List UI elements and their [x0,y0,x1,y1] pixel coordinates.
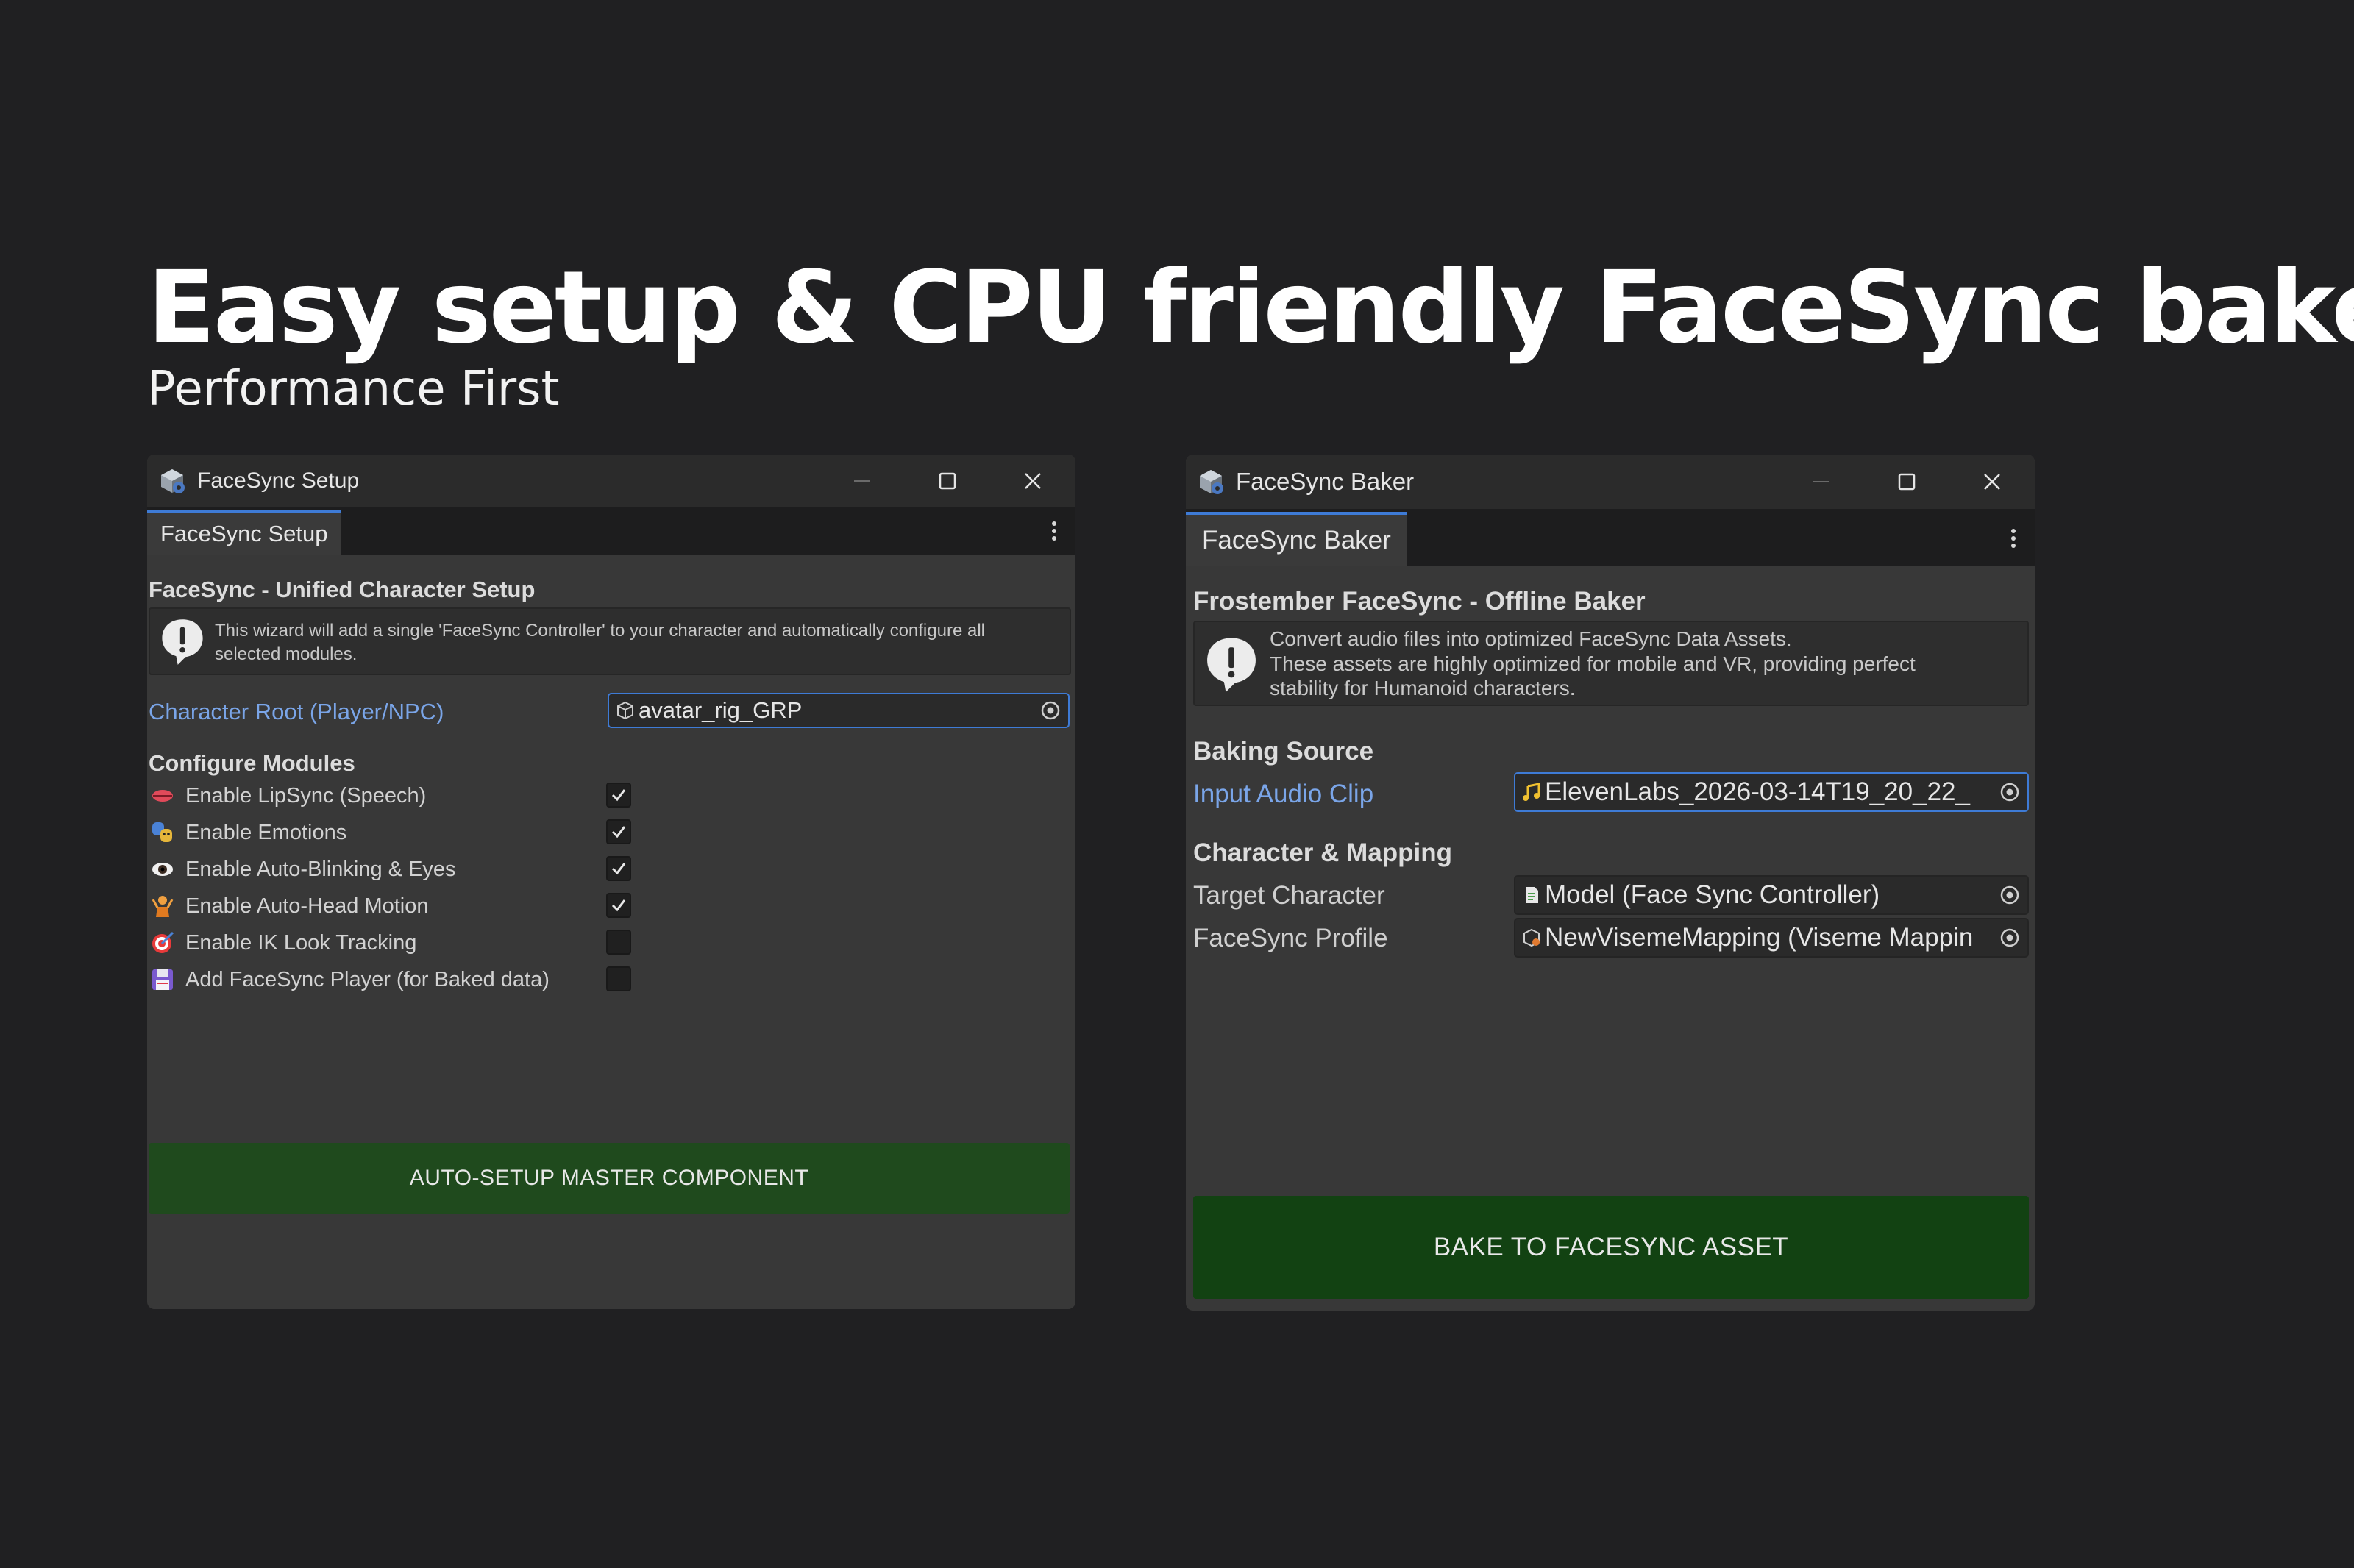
blinking-checkbox[interactable] [606,856,631,881]
object-picker-icon[interactable] [1040,700,1061,721]
lips-icon [152,790,173,802]
baking-source-title: Baking Source [1193,737,1374,766]
baker-help-line-3: stability for Humanoid characters. [1270,677,1576,700]
auto-setup-button[interactable]: AUTO-SETUP MASTER COMPONENT [149,1143,1070,1214]
head-motion-checkbox[interactable] [606,893,631,918]
baker-section-title: Frostember FaceSync - Offline Baker [1193,587,1646,616]
warning-icon [162,619,203,665]
facesync-baker-window: FaceSync Baker FaceSync Baker Frostember… [1186,455,2035,1311]
module-label-player: Add FaceSync Player (for Baked data) [185,967,550,991]
character-root-value: avatar_rig_GRP [639,697,803,723]
baker-tabstrip: FaceSync Baker [1186,509,2035,566]
object-picker-icon[interactable] [1999,885,2020,905]
facesync-setup-window: FaceSync Setup FaceSync Setup FaceSync -… [147,455,1075,1309]
module-label-blinking: Enable Auto-Blinking & Eyes [185,857,456,881]
setup-content: FaceSync - Unified Character Setup This … [147,555,1075,1309]
baker-window-title: FaceSync Baker [1236,468,1415,495]
warning-icon [1207,638,1256,692]
lipsync-checkbox[interactable] [606,783,631,808]
baker-help-box: Convert audio files into optimized FaceS… [1193,621,2029,706]
setup-section-title: FaceSync - Unified Character Setup [149,577,536,602]
character-root-field[interactable]: avatar_rig_GRP [608,693,1070,728]
setup-help-box: This wizard will add a single 'FaceSync … [149,607,1071,675]
module-row-player: Add FaceSync Player (for Baked data) [150,963,550,996]
setup-help-line-2: selected modules. [215,644,358,665]
bake-button[interactable]: BAKE TO FACESYNC ASSET [1193,1196,2029,1299]
theater-masks-icon [152,822,172,842]
scriptable-object-icon [1523,928,1540,947]
setup-titlebar[interactable]: FaceSync Setup [147,455,1075,507]
script-icon [1526,887,1538,903]
facesync-profile-value: NewVisemeMapping (Viseme Mappin [1545,923,1974,952]
module-row-lipsync: Enable LipSync (Speech) [150,780,426,812]
close-icon [1025,473,1041,489]
headline: Easy setup & CPU friendly FaceSync bake [147,250,2354,366]
module-label-lipsync: Enable LipSync (Speech) [185,783,427,808]
setup-window-title: FaceSync Setup [197,468,360,493]
baker-titlebar[interactable]: FaceSync Baker [1186,455,2035,509]
target-character-field[interactable]: Model (Face Sync Controller) [1514,875,2029,915]
module-row-head-motion: Enable Auto-Head Motion [150,890,429,922]
character-root-label: Character Root (Player/NPC) [149,699,444,724]
close-button[interactable] [1949,455,2035,509]
close-button[interactable] [990,455,1075,507]
target-icon [152,931,174,953]
input-audio-label: Input Audio Clip [1193,780,1374,808]
unity-app-icon [1200,470,1223,494]
maximize-icon [1898,473,1916,491]
more-options-icon[interactable] [1049,518,1059,544]
player-checkbox[interactable] [606,966,631,991]
maximize-button[interactable] [1864,455,1949,509]
object-picker-icon[interactable] [1999,927,2020,948]
minimize-icon [1813,481,1829,482]
setup-help-line-1: This wizard will add a single 'FaceSync … [215,621,985,641]
unity-app-icon [161,469,185,493]
module-row-ik-tracking: Enable IK Look Tracking [150,927,416,959]
target-character-label: Target Character [1193,881,1385,910]
input-audio-field[interactable]: ElevenLabs_2026-03-14T19_20_22_ [1514,772,2029,812]
checkmark-icon [611,863,626,875]
maximize-button[interactable] [905,455,990,507]
eye-icon [152,863,173,876]
maximize-icon [939,472,956,490]
minimize-button[interactable] [1779,455,1864,509]
object-picker-icon[interactable] [1999,782,2020,802]
emotions-checkbox[interactable] [606,819,631,844]
more-options-icon[interactable] [2008,525,2019,552]
baker-content: Frostember FaceSync - Offline Baker Conv… [1186,566,2035,1311]
input-audio-value: ElevenLabs_2026-03-14T19_20_22_ [1545,777,1970,806]
module-label-emotions: Enable Emotions [185,820,347,844]
module-label-head-motion: Enable Auto-Head Motion [185,894,429,918]
baker-help-line-2: These assets are highly optimized for mo… [1270,652,1916,675]
gameobject-icon [617,701,633,720]
module-label-ik-tracking: Enable IK Look Tracking [185,930,417,955]
tab-facesync-setup[interactable]: FaceSync Setup [147,510,341,555]
tab-facesync-baker[interactable]: FaceSync Baker [1186,512,1407,566]
baker-help-line-1: Convert audio files into optimized FaceS… [1270,627,1792,650]
target-character-value: Model (Face Sync Controller) [1545,880,1880,909]
ik-tracking-checkbox[interactable] [606,930,631,955]
checkmark-icon [611,789,626,802]
checkmark-icon [611,826,626,838]
module-row-blinking: Enable Auto-Blinking & Eyes [150,853,456,885]
configure-modules-title: Configure Modules [149,750,355,776]
facesync-profile-label: FaceSync Profile [1193,924,1388,952]
person-icon [152,896,174,917]
checkmark-icon [611,899,626,912]
floppy-disk-icon [152,969,173,990]
facesync-profile-field[interactable]: NewVisemeMapping (Viseme Mappin [1514,918,2029,958]
character-mapping-title: Character & Mapping [1193,838,1452,867]
audio-clip-icon [1523,783,1540,801]
minimize-button[interactable] [819,455,905,507]
close-icon [1984,474,2000,490]
module-row-emotions: Enable Emotions [150,816,346,849]
minimize-icon [854,480,870,482]
subheadline: Performance First [147,362,560,416]
setup-tabstrip: FaceSync Setup [147,507,1075,555]
